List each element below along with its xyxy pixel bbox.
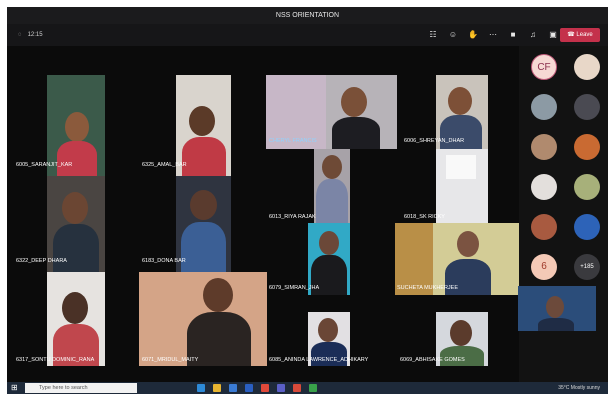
- window-title: NSS ORIENTATION: [275, 12, 340, 19]
- avatar[interactable]: CF: [531, 54, 557, 80]
- start-icon[interactable]: ⊞: [11, 383, 18, 393]
- more-options-icon[interactable]: ⋯: [488, 30, 498, 40]
- phone-icon: ☎: [567, 32, 575, 38]
- avatar[interactable]: [531, 214, 557, 240]
- participant-name: 6325_AMAL_BAR: [142, 162, 187, 168]
- mail-icon[interactable]: [245, 384, 253, 392]
- participant-name: CHERYL FRANCIS: [269, 138, 317, 144]
- participant-tile[interactable]: [47, 272, 105, 366]
- camera-icon[interactable]: ■: [508, 30, 518, 40]
- more-participants-button[interactable]: +185: [574, 254, 600, 280]
- participant-name: 6018_SK RICKY: [404, 214, 445, 220]
- participant-tile[interactable]: [176, 75, 231, 176]
- weather-status: 35°C Mostly sunny: [558, 385, 600, 391]
- participant-name: 6085_ANINDA LAWRENCE_ADHIKARY: [269, 357, 369, 363]
- avatar[interactable]: [574, 54, 600, 80]
- mic-icon[interactable]: ♫: [528, 30, 538, 40]
- windows-taskbar: ⊞ Type here to search 35°C Mostly sunny: [7, 382, 608, 394]
- avatar-initials: CF: [537, 62, 551, 73]
- teams-icon[interactable]: [277, 384, 285, 392]
- participant-tile[interactable]: [139, 272, 267, 366]
- participant-tile[interactable]: [314, 149, 350, 223]
- window-title-bar: NSS ORIENTATION: [7, 7, 608, 24]
- meeting-toolbar: ◌ 12:15 ☷ ☺ ✋ ⋯ ■ ♫ ▣ ☎ Leave: [7, 24, 608, 46]
- avatar[interactable]: [574, 94, 600, 120]
- search-placeholder: Type here to search: [39, 385, 88, 391]
- share-screen-icon[interactable]: ▣: [548, 30, 558, 40]
- participant-name: 6013_RIYA RAJAK: [269, 214, 316, 220]
- participant-name: 6079_SIMRAN_JHA: [269, 285, 320, 291]
- participant-name: 6322_DEEP DHARA: [16, 258, 67, 264]
- app-icon[interactable]: [293, 384, 301, 392]
- participant-name: 6069_ABHISAKE GOMES: [400, 357, 465, 363]
- avatar-number: 6: [541, 261, 547, 272]
- participant-name: 6006_SHREYAN_DHAR: [404, 138, 465, 144]
- avatar[interactable]: [574, 174, 600, 200]
- self-view-video[interactable]: [518, 286, 596, 331]
- raise-hand-icon[interactable]: ✋: [468, 30, 478, 40]
- chrome-icon[interactable]: [261, 384, 269, 392]
- people-icon[interactable]: ☷: [428, 30, 438, 40]
- edge-icon[interactable]: [197, 384, 205, 392]
- participant-tile[interactable]: [47, 75, 105, 176]
- avatar[interactable]: 6: [531, 254, 557, 280]
- leave-label: Leave: [576, 32, 593, 38]
- participant-name: 6317_SONTU DOMINIC_RANA: [16, 357, 95, 363]
- taskbar-search-input[interactable]: Type here to search: [25, 383, 137, 393]
- participant-tile[interactable]: [436, 149, 488, 223]
- shield-icon: ◌: [18, 32, 22, 38]
- video-grid: 6005_SARANJIT_KAR 6325_AMAL_BAR CHERYL F…: [7, 46, 519, 366]
- system-tray[interactable]: 35°C Mostly sunny: [558, 382, 600, 394]
- avatar[interactable]: [531, 134, 557, 160]
- avatar[interactable]: [531, 174, 557, 200]
- file-explorer-icon[interactable]: [213, 384, 221, 392]
- store-icon[interactable]: [229, 384, 237, 392]
- chat-icon[interactable]: ☺: [448, 30, 458, 40]
- participant-name: 6005_SARANJIT_KAR: [16, 162, 73, 168]
- participant-name: 6183_DONA BAR: [142, 258, 186, 264]
- participant-rail: CF 6 +185: [519, 46, 608, 382]
- meeting-timer: 12:15: [27, 32, 43, 38]
- avatar[interactable]: [531, 94, 557, 120]
- app-icon[interactable]: [309, 384, 317, 392]
- leave-button[interactable]: ☎ Leave: [560, 28, 600, 42]
- overflow-count: +185: [580, 264, 594, 270]
- participant-name: SUCHETA MUKHERJEE: [397, 285, 459, 291]
- participant-name: 6071_MRIDUL_MAITY: [142, 357, 199, 363]
- meeting-window: NSS ORIENTATION ◌ 12:15 ☷ ☺ ✋ ⋯ ■ ♫ ▣ ☎ …: [7, 7, 608, 382]
- avatar[interactable]: [574, 214, 600, 240]
- avatar[interactable]: [574, 134, 600, 160]
